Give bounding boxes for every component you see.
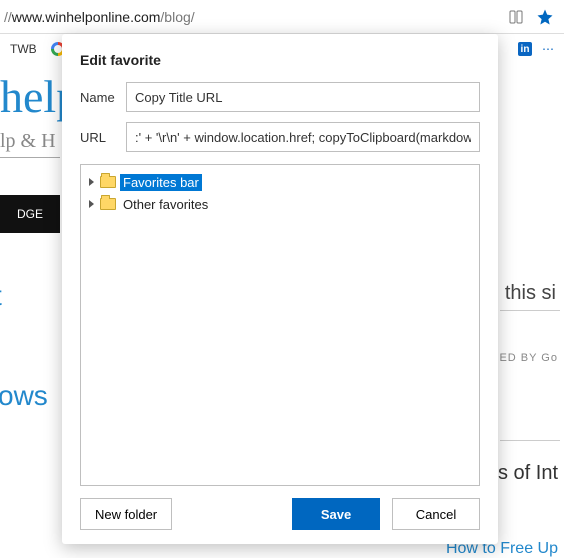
bookmark-item[interactable]: TWB [10,42,37,56]
address-url[interactable]: //www.winhelponline.com/blog/ [0,9,496,25]
sidebar-text-1: this si [505,282,556,305]
url-host: www.winhelponline.com [12,9,161,25]
url-path: /blog/ [160,9,194,25]
spacer [184,498,280,530]
tree-item-favorites-bar[interactable]: Favorites bar [89,171,471,193]
name-label: Name [80,90,126,105]
name-input[interactable] [126,82,480,112]
divider [500,310,560,311]
new-folder-button[interactable]: New folder [80,498,172,530]
expand-caret-icon[interactable] [89,200,94,208]
folder-icon [100,176,116,188]
tree-label: Other favorites [120,196,211,213]
folder-tree[interactable]: Favorites bar Other favorites [80,164,480,486]
cancel-button[interactable]: Cancel [392,498,480,530]
dialog-title: Edit favorite [80,52,480,68]
save-button[interactable]: Save [292,498,380,530]
tree-label: Favorites bar [120,174,202,191]
name-row: Name [80,82,480,112]
favorite-star-icon[interactable] [536,8,554,26]
address-bar: //www.winhelponline.com/blog/ [0,0,564,34]
reader-mode-icon[interactable] [508,9,524,25]
url-row: URL [80,122,480,152]
folder-icon [100,198,116,210]
divider [500,440,560,441]
nav-bar-fragment: DGE [0,195,60,233]
url-prefix: // [4,9,12,25]
heading-fragment-1: t [0,280,2,312]
dialog-buttons: New folder Save Cancel [80,498,480,530]
url-label: URL [80,130,126,145]
heading-fragment-2: ows [0,380,48,412]
more-icon[interactable]: ⋯ [542,42,554,56]
site-tagline-fragment: lp & H [0,130,60,158]
linkedin-icon[interactable]: in [518,42,532,56]
tree-item-other-favorites[interactable]: Other favorites [89,193,471,215]
sidebar-text-3: s of Int [498,462,558,485]
url-input[interactable] [126,122,480,152]
expand-caret-icon[interactable] [89,178,94,186]
sidebar-text-2: CED BY Go [491,352,559,364]
edit-favorite-dialog: Edit favorite Name URL Favorites bar Oth… [62,34,498,544]
